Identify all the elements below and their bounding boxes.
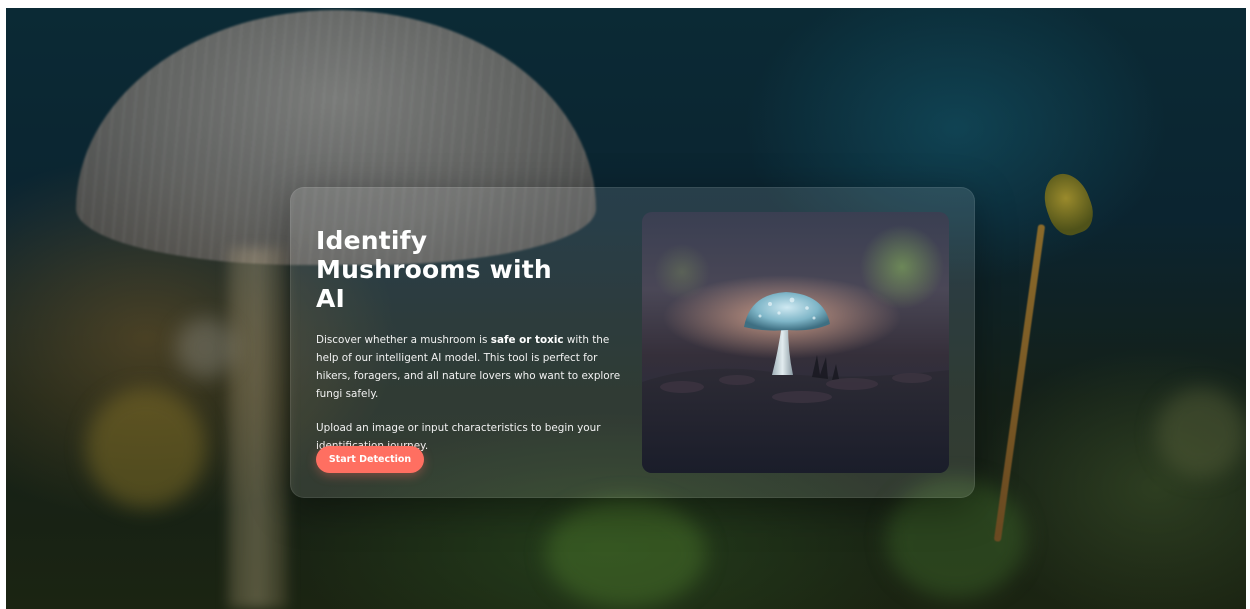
background-mushroom-stem [228, 248, 288, 609]
hero-description: Discover whether a mushroom is safe or t… [316, 331, 624, 403]
description-lead: Discover whether a mushroom is [316, 334, 491, 346]
background-bokeh [1156, 388, 1246, 478]
hero-title: Identify Mushrooms with AI [316, 226, 552, 313]
background-sprout-stalk [993, 224, 1046, 542]
background-bokeh [546, 498, 706, 608]
background-sprout-bud [1036, 167, 1100, 241]
mushroom-photo [642, 212, 949, 473]
background-bokeh [86, 388, 206, 508]
background-bokeh [176, 318, 236, 378]
hero-section: Identify Mushrooms with AI Discover whet… [6, 8, 1246, 609]
hero-card: Identify Mushrooms with AI Discover whet… [290, 187, 975, 498]
description-emphasis: safe or toxic [490, 334, 564, 346]
hero-text-block: Identify Mushrooms with AI Discover whet… [316, 226, 620, 455]
start-detection-button[interactable]: Start Detection [316, 446, 424, 473]
mushroom-illustration [642, 292, 949, 473]
